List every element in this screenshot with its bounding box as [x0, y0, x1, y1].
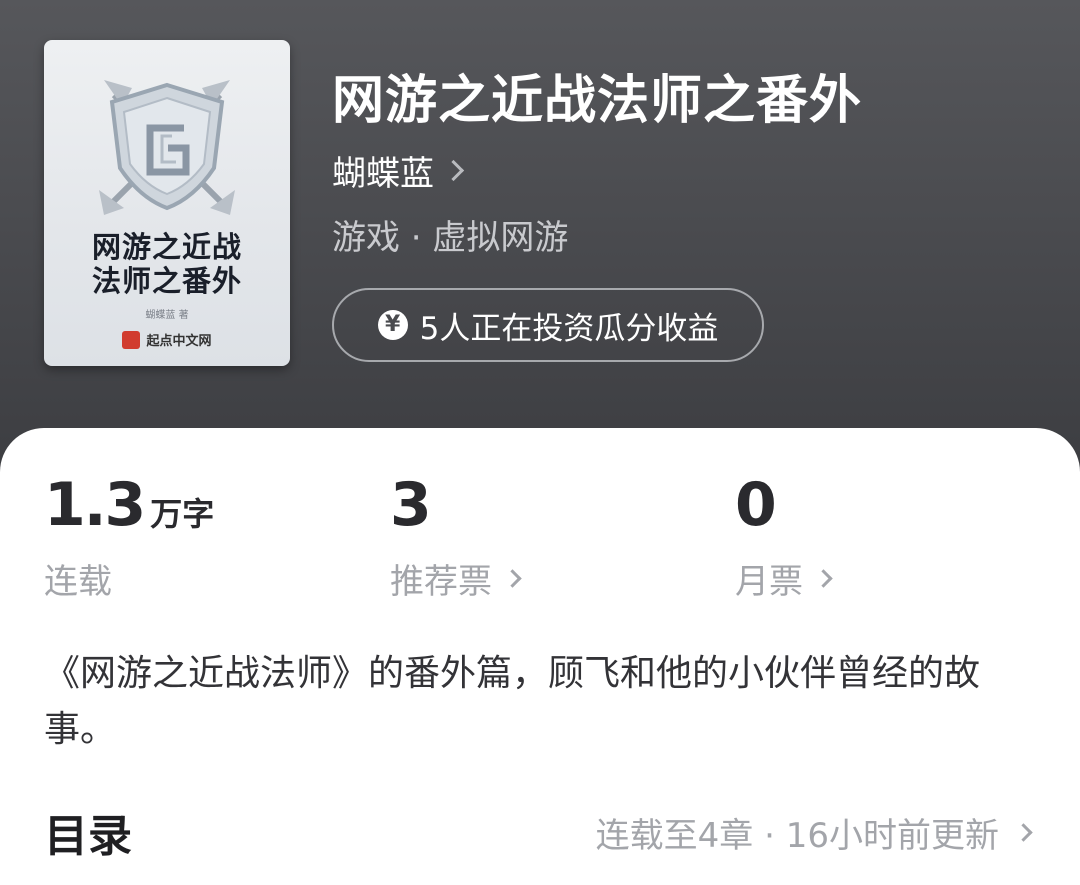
monthly-votes-value: 0 [735, 470, 777, 540]
book-genre[interactable]: 游戏 · 虚拟网游 [332, 210, 568, 259]
invest-button[interactable]: ¥ 5人正在投资瓜分收益 [332, 288, 764, 362]
word-count-unit: 万字 [150, 495, 215, 533]
toc-title: 目录 [44, 811, 132, 862]
author-link[interactable]: 蝴蝶蓝 [332, 146, 465, 195]
book-cover[interactable]: 网游之近战 法师之番外 蝴蝶蓝 著 起点中文网 [44, 40, 290, 366]
book-info-card: 1.3 万字 连载 3 推荐票 0 月票 《网游之近战法师》的番外篇，顾飞和他的… [0, 428, 1080, 885]
yen-icon: ¥ [377, 310, 408, 340]
book-header: 网游之近战 法师之番外 蝴蝶蓝 著 起点中文网 网游之近战法师之番外 蝴蝶蓝 游… [0, 0, 1080, 500]
chevron-right-icon [814, 569, 833, 588]
invest-label: 5人正在投资瓜分收益 [419, 310, 719, 347]
book-title: 网游之近战法师之番外 [332, 71, 863, 131]
chevron-right-icon [442, 159, 465, 182]
stat-recommend-votes[interactable]: 3 推荐票 [390, 470, 522, 603]
recommend-votes-value: 3 [390, 470, 432, 540]
publisher-name: 起点中文网 [146, 334, 212, 349]
chevron-right-icon [503, 569, 522, 588]
serial-status-label: 连载 [44, 562, 112, 602]
shield-emblem-icon [99, 80, 235, 215]
recommend-votes-label: 推荐票 [390, 562, 492, 602]
stat-word-count: 1.3 万字 连载 [44, 470, 214, 603]
stat-monthly-votes[interactable]: 0 月票 [735, 470, 833, 603]
publisher-logo-icon [122, 330, 141, 349]
author-name: 蝴蝶蓝 [332, 154, 434, 194]
cover-title: 网游之近战 法师之番外 [91, 230, 242, 298]
word-count-value: 1.3 [44, 470, 146, 540]
cover-author: 蝴蝶蓝 著 [145, 310, 189, 321]
toc-link[interactable]: 连载至4章 · 16小时前更新 [595, 808, 1033, 857]
monthly-votes-label: 月票 [735, 562, 803, 602]
book-description[interactable]: 《网游之近战法师》的番外篇，顾飞和他的小伙伴曾经的故事。 [44, 646, 1034, 758]
cover-publisher: 起点中文网 [44, 330, 290, 349]
chevron-right-icon [1014, 823, 1033, 842]
toc-status-text: 连载至4章 · 16小时前更新 [595, 816, 999, 856]
